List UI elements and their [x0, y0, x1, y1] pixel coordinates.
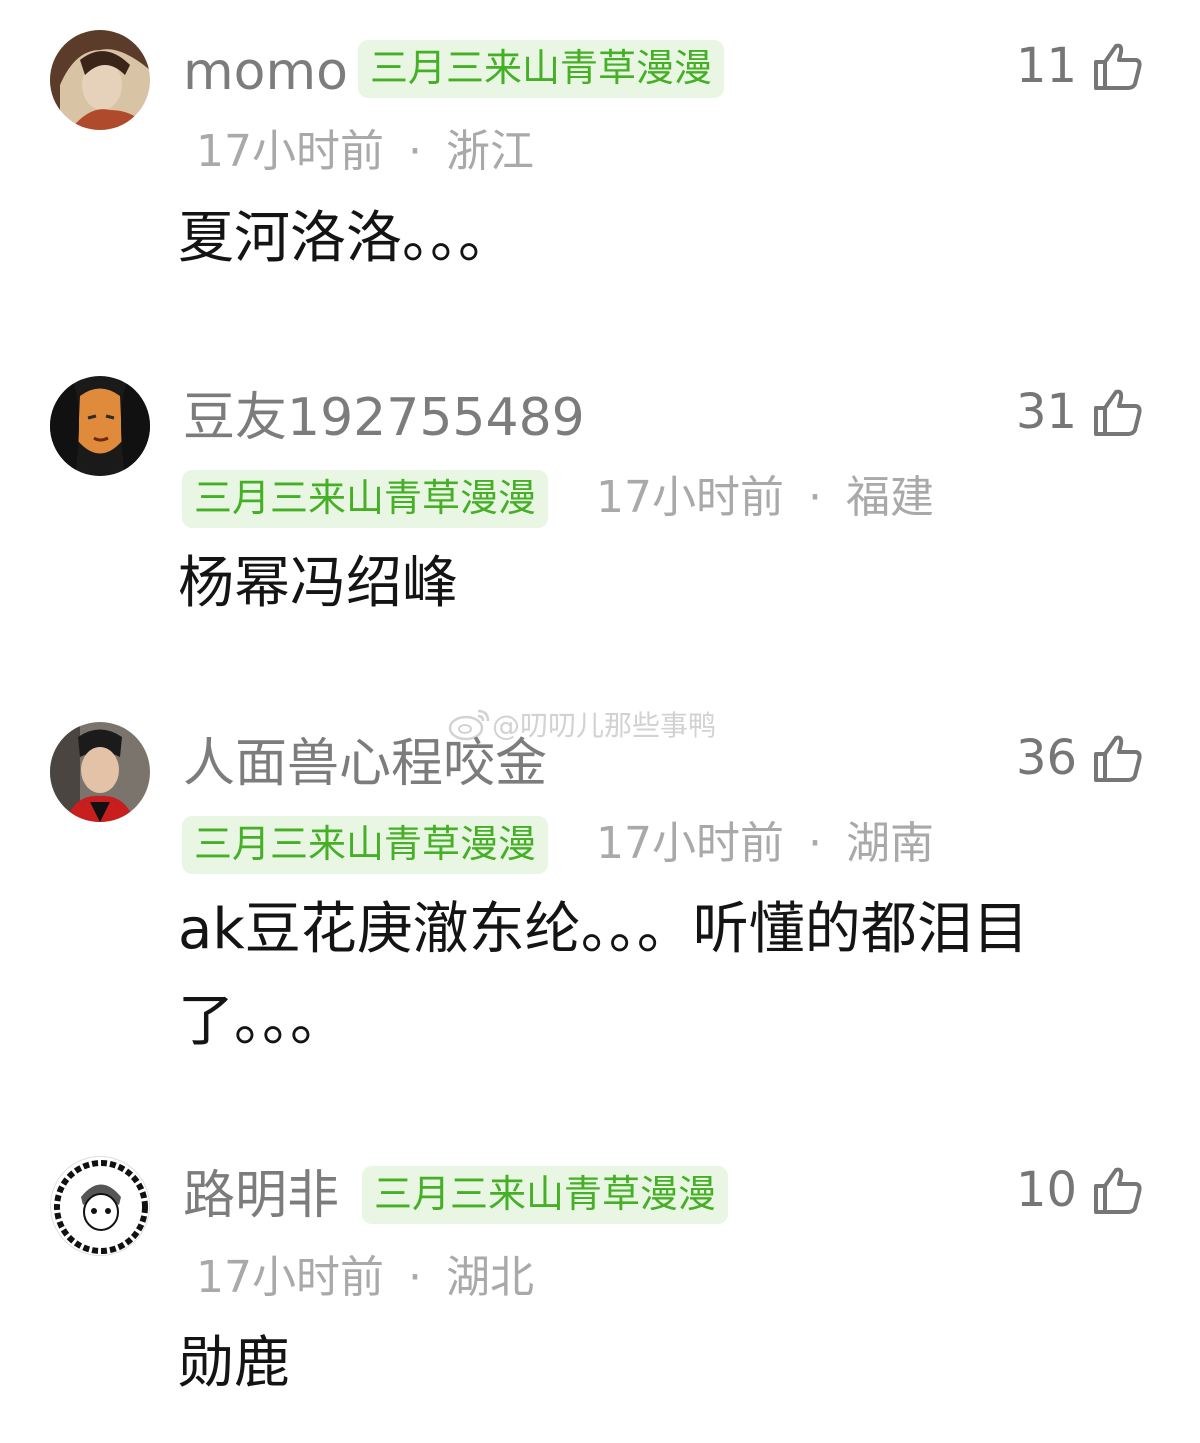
separator: · — [808, 472, 822, 523]
separator: · — [408, 126, 422, 177]
like-button[interactable]: 31 — [1016, 386, 1144, 438]
avatar[interactable] — [50, 376, 150, 476]
comment-text: 杨幂冯绍峰 — [178, 551, 458, 616]
like-count: 11 — [1016, 38, 1078, 94]
badge: 三月三来山青草漫漫 — [182, 816, 549, 874]
badge: 三月三来山青草漫漫 — [182, 470, 549, 528]
avatar[interactable] — [50, 722, 150, 822]
username[interactable]: 豆友192755489 — [183, 392, 585, 444]
location: 浙江 — [446, 126, 534, 177]
username[interactable]: momo — [183, 46, 348, 98]
timestamp: 17小时前 — [196, 1252, 384, 1303]
timestamp: 17小时前 — [196, 126, 384, 177]
comment-text: 夏河洛洛。。。 — [178, 206, 514, 271]
avatar[interactable] — [50, 30, 150, 130]
separator: · — [808, 818, 822, 869]
location: 湖北 — [446, 1252, 534, 1303]
badge: 三月三来山青草漫漫 — [358, 40, 725, 98]
comment-meta: 17小时前 · 湖北 — [196, 1256, 534, 1300]
timestamp: 17小时前 — [596, 818, 784, 869]
like-button[interactable]: 10 — [1016, 1164, 1144, 1216]
like-count: 31 — [1016, 384, 1078, 440]
username[interactable]: 路明非 — [183, 1170, 339, 1222]
location: 福建 — [846, 472, 934, 523]
thumbs-up-icon[interactable] — [1092, 732, 1144, 784]
thumbs-up-icon[interactable] — [1092, 40, 1144, 92]
thumbs-up-icon[interactable] — [1092, 386, 1144, 438]
comment-meta: 17小时前 · 浙江 — [196, 130, 534, 174]
like-count: 36 — [1016, 730, 1078, 786]
avatar[interactable] — [50, 1156, 150, 1256]
badge: 三月三来山青草漫漫 — [362, 1166, 729, 1224]
separator: · — [408, 1252, 422, 1303]
like-button[interactable]: 11 — [1016, 40, 1144, 92]
comment-text: ak豆花庚澈东纶。。。听懂的都泪目了。。。 — [178, 897, 1029, 1054]
location: 湖南 — [846, 818, 934, 869]
timestamp: 17小时前 — [596, 472, 784, 523]
thumbs-up-icon[interactable] — [1092, 1164, 1144, 1216]
like-count: 10 — [1016, 1162, 1078, 1218]
like-button[interactable]: 36 — [1016, 732, 1144, 784]
username[interactable]: 人面兽心程咬金 — [183, 738, 547, 790]
comment-meta: 17小时前 · 福建 — [596, 476, 934, 520]
comment-meta: 17小时前 · 湖南 — [596, 822, 934, 866]
comment-text: 勋鹿 — [178, 1331, 290, 1396]
